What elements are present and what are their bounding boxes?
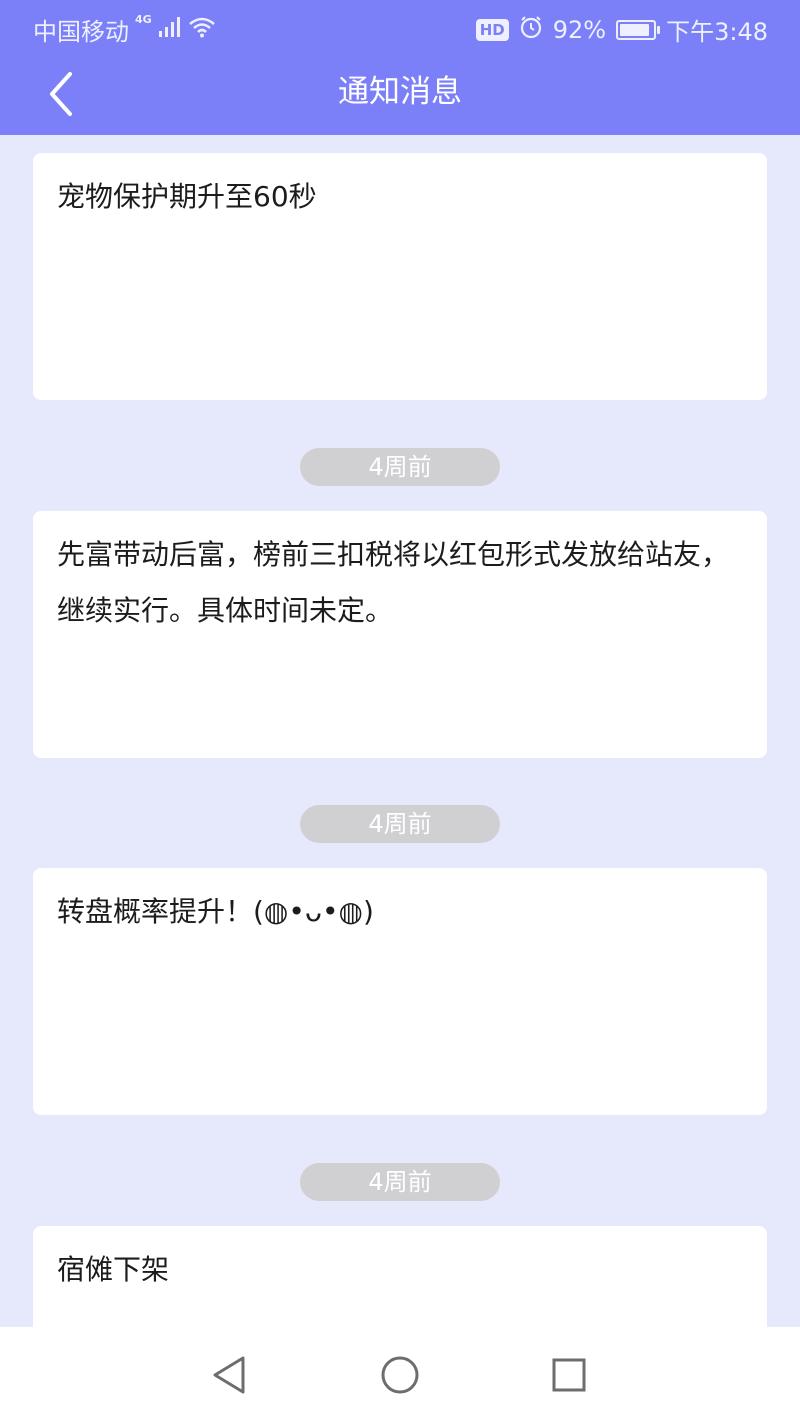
square-recents-icon [552, 1358, 586, 1392]
notification-list[interactable]: 宠物保护期升至60秒 4周前 先富带动后富，榜前三扣税将以红包形式发放给站友，继… [0, 135, 800, 1327]
hd-badge: HD [475, 18, 509, 41]
nav-home-button[interactable] [378, 1353, 422, 1397]
system-navigation-bar [0, 1327, 800, 1422]
notification-card[interactable]: 先富带动后富，榜前三扣税将以红包形式发放给站友，继续实行。具体时间未定。 [33, 511, 767, 758]
app-header: 中国移动 4G HD 92% 下午3:48 通知消息 [0, 0, 800, 135]
clock-label: 下午3:48 [666, 18, 768, 46]
title-bar: 通知消息 [0, 56, 800, 135]
signal-icon [158, 16, 182, 44]
wifi-icon [188, 16, 216, 44]
nav-recents-button[interactable] [547, 1353, 591, 1397]
page-title: 通知消息 [338, 74, 462, 110]
alarm-icon [519, 15, 543, 45]
carrier-label: 中国移动 [33, 18, 129, 46]
circle-home-icon [381, 1356, 419, 1394]
status-bar: 中国移动 4G HD 92% 下午3:48 [0, 0, 800, 56]
triangle-back-icon [213, 1356, 245, 1394]
notification-text: 先富带动后富，榜前三扣税将以红包形式发放给站友，继续实行。具体时间未定。 [57, 538, 730, 627]
status-left: 中国移动 4G [33, 12, 216, 47]
notification-text: 宠物保护期升至60秒 [57, 180, 317, 213]
notification-text: 宿傩下架 [57, 1253, 170, 1286]
notification-card[interactable]: 宠物保护期升至60秒 [33, 153, 767, 400]
notification-text: 转盘概率提升！(◍•ᴗ•◍) [57, 895, 374, 928]
notification-card[interactable]: 转盘概率提升！(◍•ᴗ•◍) [33, 868, 767, 1115]
nav-back-button[interactable] [207, 1353, 251, 1397]
battery-fill [620, 23, 650, 36]
time-badge: 4周前 [300, 1163, 500, 1201]
notification-card[interactable]: 宿傩下架 [33, 1226, 767, 1327]
network-type-label: 4G [135, 13, 152, 26]
battery-percent-label: 92% [552, 15, 607, 44]
time-badge: 4周前 [300, 805, 500, 843]
battery-tip [657, 25, 661, 34]
battery-icon [616, 19, 661, 40]
status-right: HD 92% 下午3:48 [475, 12, 768, 47]
time-badge: 4周前 [300, 448, 500, 486]
